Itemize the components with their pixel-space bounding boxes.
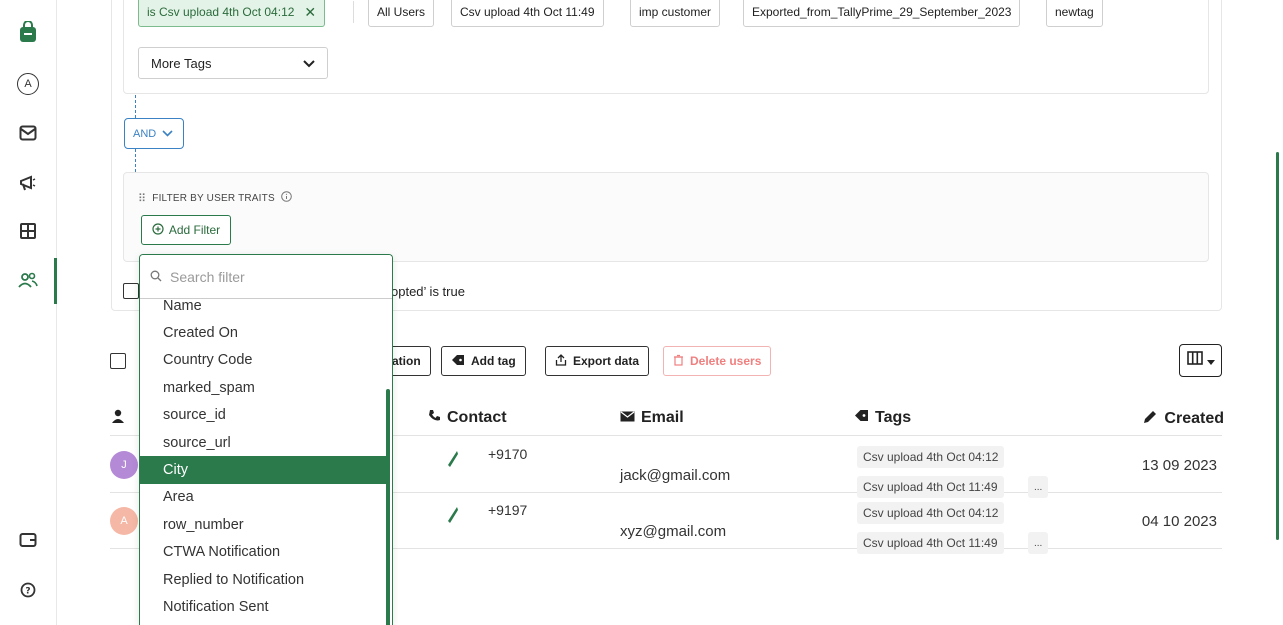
more-tags-label: More Tags — [151, 55, 212, 71]
columns-toggle-button[interactable] — [1179, 344, 1222, 377]
filter-option[interactable]: Area — [140, 484, 388, 511]
tag-pill: Csv upload 4th Oct 04:12 — [857, 502, 1005, 524]
export-data-label: Export data — [573, 354, 640, 368]
avatar: A — [110, 507, 138, 535]
filter-option[interactable]: Replied to Notification — [140, 566, 388, 593]
drag-handle-icon[interactable]: ⠿ — [138, 192, 146, 205]
phone-icon — [428, 409, 441, 427]
add-filter-label: Add Filter — [168, 223, 221, 237]
page-scrollbar[interactable] — [1276, 152, 1279, 540]
contact-cell: +9197 — [488, 502, 528, 518]
filter-option[interactable]: source_url — [140, 429, 388, 456]
wallet-icon[interactable] — [16, 528, 40, 552]
tag-option[interactable]: Exported_from_TallyPrime_29_September_20… — [743, 0, 1021, 27]
help-icon[interactable]: ? — [16, 578, 40, 602]
filter-option-active[interactable]: City — [140, 456, 388, 484]
filter-option[interactable]: Notification Sent — [140, 593, 388, 620]
email-header-label: Email — [641, 409, 684, 426]
add-tag-label: Add tag — [471, 354, 516, 368]
sidebar: A ? — [0, 0, 57, 625]
created-cell: 04 10 2023 — [1141, 513, 1217, 530]
filter-option[interactable]: Country Code — [140, 347, 388, 374]
selected-tag-chip[interactable]: is Csv upload 4th Oct 04:12 ✕ — [138, 0, 326, 27]
svg-text:?: ? — [25, 587, 30, 597]
traits-title: FILTER BY USER TRAITS — [152, 192, 275, 204]
add-tag-button[interactable]: Add tag — [441, 346, 526, 376]
delete-users-label: Delete users — [690, 354, 762, 368]
filter-option[interactable]: marked_spam — [140, 374, 388, 401]
contact-header-label: Contact — [447, 409, 507, 426]
users-icon[interactable] — [16, 268, 40, 292]
created-header-label: Created — [1164, 410, 1224, 427]
created-cell: 13 09 2023 — [1141, 457, 1217, 474]
tag-option[interactable]: newtag — [1046, 0, 1103, 27]
add-filter-button[interactable]: Add Filter — [141, 215, 231, 245]
tags-header-label: Tags — [875, 409, 912, 426]
info-icon[interactable] — [281, 191, 292, 205]
filter-option[interactable]: source_id — [140, 402, 388, 429]
tag-option[interactable]: imp customer — [630, 0, 721, 27]
megaphone-icon[interactable] — [16, 171, 40, 195]
operator-select[interactable]: AND — [124, 118, 184, 149]
shopping-bag-icon[interactable] — [16, 20, 40, 44]
user-traits-card: ⠿ FILTER BY USER TRAITS Add Filter — [123, 172, 1209, 262]
delete-users-button[interactable]: Delete users — [663, 346, 772, 376]
selected-tag-label: is Csv upload 4th Oct 04:12 — [147, 5, 295, 19]
filter-search-box — [140, 255, 392, 299]
filter-dropdown: Name Created On Country Code marked_spam… — [139, 254, 393, 625]
export-icon — [555, 353, 567, 369]
tag-icon — [854, 409, 869, 427]
user-col-icon — [112, 409, 124, 423]
more-tags-pill[interactable]: ... — [1028, 532, 1049, 554]
email-cell: xyz@gmail.com — [620, 523, 727, 540]
avatar: J — [110, 451, 138, 479]
connector-line — [135, 149, 136, 172]
mail-icon — [620, 409, 635, 427]
search-icon — [150, 269, 162, 285]
dropdown-scrollbar[interactable] — [386, 389, 390, 625]
edit-pencil-icon[interactable] — [448, 451, 458, 472]
opted-checkbox[interactable] — [123, 283, 139, 299]
account-avatar[interactable]: A — [16, 72, 40, 96]
filter-option[interactable]: CTWA Notification — [140, 539, 388, 566]
tag-option[interactable]: Csv upload 4th Oct 11:49 — [451, 0, 604, 27]
operator-label: AND — [133, 127, 157, 140]
tag-option[interactable]: All Users — [368, 0, 435, 27]
tag-icon — [451, 354, 465, 369]
more-tags-select[interactable]: More Tags — [138, 47, 328, 79]
inbox-icon[interactable] — [16, 121, 40, 145]
chevron-down-icon — [303, 56, 315, 71]
traits-title-row: ⠿ FILTER BY USER TRAITS — [138, 191, 292, 205]
chevron-down-icon — [162, 128, 173, 140]
trash-icon — [673, 354, 684, 369]
tag-pill: Csv upload 4th Oct 11:49 — [857, 532, 1004, 554]
contact-cell: +9170 — [488, 446, 528, 462]
created-header[interactable]: Created — [1143, 409, 1224, 429]
opted-text: opted’ is true — [391, 283, 465, 299]
email-cell: jack@gmail.com — [620, 467, 731, 484]
plus-circle-icon — [152, 222, 164, 238]
filter-option[interactable]: row_number — [140, 511, 388, 538]
tag-pill: Csv upload 4th Oct 04:12 — [857, 446, 1005, 468]
partial-button-label: ation — [392, 354, 421, 368]
connector-line — [135, 95, 136, 118]
grid-icon[interactable] — [16, 219, 40, 243]
filter-options-list: Name Created On Country Code marked_spam… — [140, 292, 388, 621]
search-filter-input[interactable] — [170, 268, 360, 285]
filter-option[interactable]: Created On — [140, 319, 388, 346]
contact-header[interactable]: Contact — [428, 409, 507, 427]
email-header[interactable]: Email — [620, 409, 684, 427]
caret-down-icon — [1206, 352, 1215, 370]
partial-button[interactable]: ation — [388, 346, 431, 376]
divider — [353, 1, 354, 23]
export-data-button[interactable]: Export data — [545, 346, 650, 376]
select-all-checkbox[interactable] — [110, 353, 126, 369]
avatar-label: A — [17, 73, 39, 95]
tags-header[interactable]: Tags — [854, 409, 911, 427]
columns-icon — [1186, 351, 1203, 370]
pencil-icon — [1143, 409, 1158, 429]
edit-pencil-icon[interactable] — [448, 507, 458, 528]
close-icon[interactable]: ✕ — [304, 4, 316, 21]
